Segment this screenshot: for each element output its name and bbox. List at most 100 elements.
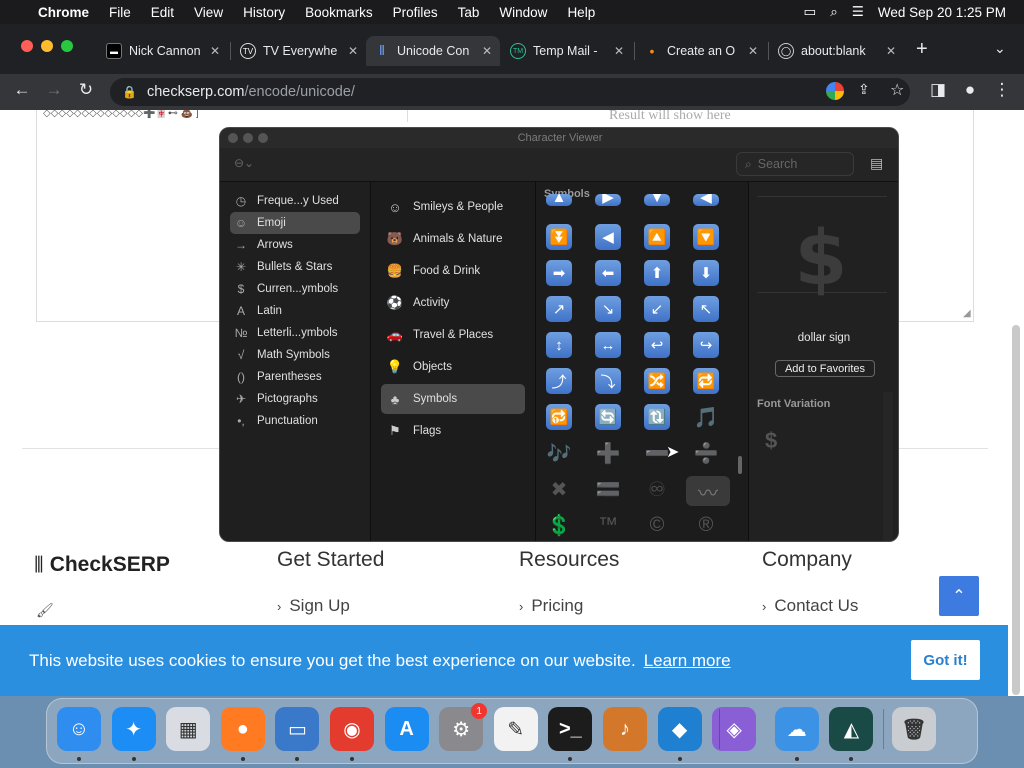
terminal-icon[interactable]: >_ [548, 707, 593, 751]
symbol-grid-cell[interactable]: ➡ [546, 260, 572, 286]
toggle-view-icon[interactable]: ▤ [870, 155, 883, 172]
forward-arrow-icon[interactable]: → [42, 80, 66, 100]
cv-subcategory-item[interactable]: ⚽ Activity [381, 288, 525, 318]
symbol-grid-cell[interactable]: 🎶 [546, 440, 572, 466]
google-lens-icon[interactable] [826, 82, 844, 100]
cv-search-field[interactable]: ⌕ Search [736, 152, 854, 176]
garageband-icon[interactable]: ♪ [603, 707, 647, 751]
side-panel-icon[interactable]: ◨ [926, 80, 950, 100]
cv-subcategory-item[interactable]: 🚗 Travel & Places [381, 320, 525, 350]
window-zoom-button[interactable] [61, 40, 73, 52]
lock-icon[interactable]: 🔒 [122, 85, 137, 99]
cv-category-item[interactable]: ☺ Emoji [230, 212, 360, 234]
tab-search-chevron-icon[interactable]: ⌄ [994, 40, 1006, 57]
cv-category-item[interactable]: ✳ Bullets & Stars [230, 256, 360, 278]
symbol-grid-cell[interactable]: ↔ [595, 332, 621, 358]
page-scrollbar[interactable] [1012, 325, 1020, 695]
symbol-grid-cell[interactable]: 🔽 [693, 224, 719, 250]
tab-unicode-converter[interactable]: ⦀ Unicode Con ✕ [366, 36, 500, 66]
character-viewer-titlebar[interactable]: Character Viewer [220, 128, 898, 148]
safari-icon[interactable]: ✦ [111, 707, 156, 751]
control-center-icon[interactable]: ☰ [852, 4, 864, 20]
menu-bookmarks[interactable]: Bookmarks [295, 5, 383, 20]
new-tab-icon[interactable]: + [916, 38, 928, 61]
action-menu-icon[interactable]: ⊖⌄ [234, 156, 254, 170]
cv-category-item[interactable]: A Latin [230, 300, 360, 322]
cv-minimize-button[interactable] [243, 133, 253, 143]
menu-history[interactable]: History [233, 5, 295, 20]
finder-icon[interactable]: ☺ [57, 707, 101, 751]
scroll-to-top-button[interactable]: ⌃ [939, 576, 979, 616]
symbol-grid-cell[interactable]: ➗ [693, 440, 719, 466]
symbol-grid-cell[interactable]: ⬅ [595, 260, 621, 286]
tab-about-blank[interactable]: ◯ about:blank ✕ [770, 36, 904, 66]
close-tab-icon[interactable]: ✕ [348, 44, 358, 58]
close-tab-icon[interactable]: ✕ [482, 44, 492, 58]
chrome-icon[interactable]: ◉ [330, 707, 374, 751]
menu-file[interactable]: File [99, 5, 141, 20]
textedit-icon[interactable]: ✎ [493, 707, 538, 751]
symbol-grid-cell[interactable]: ↩ [644, 332, 670, 358]
symbol-grid-cell[interactable]: 🔼 [644, 224, 670, 250]
close-tab-icon[interactable]: ✕ [886, 44, 896, 58]
cv-subcategory-item[interactable]: 🍔 Food & Drink [381, 256, 525, 286]
cv-category-item[interactable]: () Parentheses [230, 366, 360, 388]
more-menu-icon[interactable]: ⋮ [990, 80, 1014, 100]
symbol-grid-cell[interactable]: ↙ [644, 296, 670, 322]
close-tab-icon[interactable]: ✕ [748, 44, 758, 58]
symbol-grid-cell[interactable]: 🎵 [693, 404, 719, 430]
detail-scrollbar[interactable] [883, 392, 893, 541]
firefox-icon[interactable]: ● [220, 707, 265, 751]
symbol-grid-cell[interactable]: 🔂 [546, 404, 572, 430]
textarea-resize-handle[interactable]: ◢ [963, 308, 971, 319]
window-close-button[interactable] [21, 40, 33, 52]
cv-subcategory-item[interactable]: ♣ Symbols [381, 384, 525, 414]
learn-more-link[interactable]: Learn more [644, 651, 731, 671]
tab-create-account[interactable]: • Create an O ✕ [636, 36, 766, 66]
symbol-grid-cell[interactable]: 🔀 [644, 368, 670, 394]
vscode-icon[interactable]: ◆ [657, 707, 702, 751]
symbol-grid-cell[interactable]: ® [693, 512, 719, 538]
cv-category-item[interactable]: •, Punctuation [230, 410, 360, 432]
menu-app-name[interactable]: Chrome [28, 5, 99, 20]
symbol-grid-cell[interactable]: 🟰 [595, 476, 621, 502]
cv-subcategory-item[interactable]: 🐻 Animals & Nature [381, 224, 525, 254]
menubar-clock[interactable]: Wed Sep 20 1:25 PM [878, 5, 1006, 20]
filmora-icon[interactable]: ◭ [829, 707, 874, 751]
address-bar[interactable]: 🔒 checkserp.com /encode/unicode/ ⇪ ☆ [110, 78, 910, 106]
cv-subcategory-item[interactable]: 💡 Objects [381, 352, 525, 382]
share-icon[interactable]: ⇪ [858, 81, 870, 98]
cv-subcategory-item[interactable]: ☺ Smileys & People [381, 192, 525, 222]
symbol-grid-cell[interactable]: © [644, 512, 670, 538]
cv-category-item[interactable]: → Arrows [230, 234, 360, 256]
spotlight-search-icon[interactable]: ⌕ [830, 4, 838, 20]
cv-close-button[interactable] [228, 133, 238, 143]
symbol-grid-cell[interactable]: ▲ [546, 194, 572, 206]
screen-sharing-icon[interactable]: ▭ [275, 707, 320, 751]
symbol-grid-cell[interactable]: 〰 [686, 476, 730, 506]
add-to-favorites-button[interactable]: Add to Favorites [775, 360, 875, 377]
grid-scrollbar-thumb[interactable] [738, 456, 742, 474]
close-tab-icon[interactable]: ✕ [614, 44, 624, 58]
symbol-grid-cell[interactable]: 🔃 [644, 404, 670, 430]
symbol-grid-cell[interactable]: ↕ [546, 332, 572, 358]
symbol-grid-cell[interactable]: ⬇ [693, 260, 719, 286]
symbol-grid-cell[interactable]: ◀ [595, 224, 621, 250]
footer-brand[interactable]: ⦀ CheckSERP [34, 552, 170, 578]
back-arrow-icon[interactable]: ← [10, 80, 34, 100]
symbol-grid-cell[interactable]: 🔄 [595, 404, 621, 430]
symbol-grid-cell[interactable]: 🔁 [693, 368, 719, 394]
font-variation-glyph[interactable]: $ [765, 428, 777, 454]
menu-help[interactable]: Help [557, 5, 605, 20]
symbol-grid-cell[interactable]: 💲 [546, 512, 572, 538]
symbol-grid-cell[interactable]: ↘ [595, 296, 621, 322]
cv-category-item[interactable]: $ Curren...ymbols [230, 278, 360, 300]
symbol-grid-cell[interactable]: ⏬ [546, 224, 572, 250]
symbol-grid-cell[interactable]: ✖ [546, 476, 572, 502]
symbol-grid-cell[interactable]: ⬆ [644, 260, 670, 286]
cv-subcategory-item[interactable]: ⚑ Flags [381, 416, 525, 446]
launchpad-icon[interactable]: ▦ [166, 707, 211, 751]
cv-category-item[interactable]: √ Math Symbols [230, 344, 360, 366]
symbol-grid-cell[interactable]: ⤴ [546, 368, 572, 394]
app-store-icon[interactable]: A [384, 707, 429, 751]
